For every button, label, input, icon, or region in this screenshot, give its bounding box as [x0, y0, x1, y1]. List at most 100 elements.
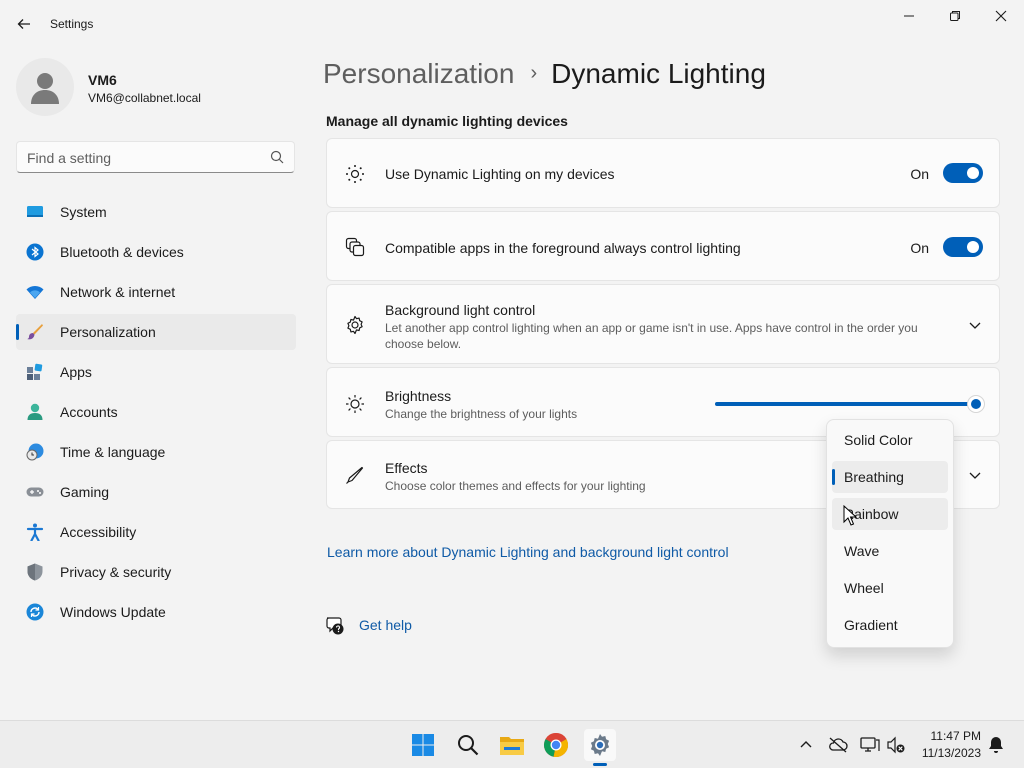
effects-title: Effects — [385, 460, 428, 476]
wifi-icon — [26, 285, 44, 299]
title-bar: Settings — [0, 0, 1024, 48]
foreground-apps-card: Compatible apps in the foreground always… — [326, 211, 1000, 281]
sidebar-item-label: Windows Update — [60, 604, 166, 620]
sidebar-item-label: Privacy & security — [60, 564, 172, 580]
effect-option-label: Wave — [844, 543, 880, 559]
sidebar-item-label: Accessibility — [60, 524, 137, 540]
use-dynamic-lighting-label: Use Dynamic Lighting on my devices — [385, 166, 615, 182]
brush-icon — [27, 324, 43, 340]
mouse-cursor-icon — [843, 505, 858, 526]
effects-dropdown: Solid Color Breathing Rainbow Wave Wheel… — [826, 419, 954, 648]
effect-option-label: Gradient — [844, 617, 898, 633]
speaker-muted-icon — [887, 736, 905, 754]
search-icon — [458, 735, 479, 756]
back-button[interactable] — [10, 10, 38, 38]
brightness-slider-track[interactable] — [715, 402, 973, 406]
chevron-down-icon[interactable] — [967, 317, 983, 333]
tray-volume-button[interactable] — [886, 735, 906, 755]
sun-dots-icon — [346, 165, 364, 183]
breadcrumb-parent[interactable]: Personalization — [323, 58, 514, 89]
file-explorer-button[interactable] — [496, 729, 528, 761]
bluetooth-icon — [26, 243, 44, 261]
maximize-button[interactable] — [932, 0, 978, 32]
sidebar-item-windows-update[interactable]: Windows Update — [16, 594, 296, 630]
sidebar-item-label: Apps — [60, 364, 92, 380]
effect-option-solid-color[interactable]: Solid Color — [832, 424, 948, 456]
sidebar-item-time-language[interactable]: Time & language — [16, 434, 296, 470]
effect-option-wave[interactable]: Wave — [832, 535, 948, 567]
sidebar-item-network[interactable]: Network & internet — [16, 274, 296, 310]
windows-logo-icon — [412, 734, 434, 756]
layered-apps-icon — [345, 237, 365, 257]
brightness-title: Brightness — [385, 388, 452, 404]
use-dynamic-lighting-toggle[interactable] — [943, 163, 983, 183]
sidebar-item-label: Accounts — [60, 404, 118, 420]
sidebar-item-label: Bluetooth & devices — [60, 244, 184, 260]
notifications-button[interactable] — [986, 735, 1006, 755]
folder-icon — [500, 737, 524, 755]
brightness-icon — [346, 395, 364, 413]
shield-icon — [27, 563, 43, 581]
start-button[interactable] — [407, 729, 439, 761]
clock-date[interactable]: 11/13/2023 — [922, 746, 981, 760]
close-icon — [995, 10, 1007, 22]
effect-option-breathing[interactable]: Breathing — [832, 461, 948, 493]
effect-option-label: Solid Color — [844, 432, 913, 448]
search-icon — [270, 150, 284, 164]
sidebar-item-system[interactable]: System — [16, 194, 296, 230]
foreground-apps-toggle[interactable] — [943, 237, 983, 257]
tray-cloud-button[interactable] — [828, 735, 848, 755]
active-app-indicator — [593, 763, 607, 766]
minimize-icon — [904, 15, 914, 17]
search-input[interactable]: Find a setting — [16, 141, 295, 173]
settings-taskbar-button[interactable] — [584, 729, 616, 761]
sidebar-nav: System Bluetooth & devices Network & int… — [16, 194, 296, 634]
get-help-link[interactable]: Get help — [359, 617, 412, 633]
avatar[interactable] — [16, 58, 74, 116]
chrome-icon — [543, 732, 569, 758]
clock-time[interactable]: 11:47 PM — [931, 729, 981, 743]
gamepad-icon — [26, 487, 44, 497]
use-dynamic-lighting-card: Use Dynamic Lighting on my devices On — [326, 138, 1000, 208]
close-button[interactable] — [978, 0, 1024, 32]
user-name: VM6 — [88, 72, 117, 88]
toggle-knob — [967, 241, 979, 253]
chevron-up-icon — [800, 741, 812, 748]
chevron-down-icon[interactable] — [967, 467, 983, 483]
search-placeholder: Find a setting — [27, 150, 112, 166]
sidebar-item-personalization[interactable]: Personalization — [16, 314, 296, 350]
sidebar-item-gaming[interactable]: Gaming — [16, 474, 296, 510]
network-monitor-icon — [860, 737, 880, 752]
bell-icon — [989, 737, 1003, 753]
brightness-slider-thumb[interactable] — [967, 395, 985, 413]
sidebar-item-accessibility[interactable]: Accessibility — [16, 514, 296, 550]
sidebar-item-label: Gaming — [60, 484, 110, 500]
pen-icon — [346, 466, 364, 484]
toggle-state-label: On — [910, 166, 929, 182]
sidebar-item-label: Network & internet — [60, 284, 176, 300]
restore-icon — [950, 11, 960, 21]
sidebar-item-label: Personalization — [60, 324, 156, 340]
breadcrumb: Personalization › Dynamic Lighting — [323, 58, 766, 90]
app-title: Settings — [50, 17, 94, 31]
sidebar-item-label: System — [60, 204, 107, 220]
sidebar-item-privacy[interactable]: Privacy & security — [16, 554, 296, 590]
sidebar-item-bluetooth[interactable]: Bluetooth & devices — [16, 234, 296, 270]
toggle-knob — [967, 167, 979, 179]
cloud-off-icon — [829, 737, 848, 753]
background-light-control-card[interactable]: Background light control Let another app… — [326, 284, 1000, 364]
minimize-button[interactable] — [886, 0, 932, 32]
show-hidden-icons-button[interactable] — [796, 735, 816, 755]
effect-option-label: Wheel — [844, 580, 884, 596]
learn-more-link[interactable]: Learn more about Dynamic Lighting and ba… — [327, 544, 729, 560]
chrome-button[interactable] — [540, 729, 572, 761]
gear-icon — [347, 315, 363, 335]
taskbar-search-button[interactable] — [452, 729, 484, 761]
sidebar-item-apps[interactable]: Apps — [16, 354, 296, 390]
effect-option-wheel[interactable]: Wheel — [832, 572, 948, 604]
person-icon — [31, 73, 59, 104]
effect-option-gradient[interactable]: Gradient — [832, 609, 948, 641]
background-light-control-desc: Let another app control lighting when an… — [385, 321, 918, 351]
sidebar-item-accounts[interactable]: Accounts — [16, 394, 296, 430]
tray-network-button[interactable] — [860, 735, 880, 755]
